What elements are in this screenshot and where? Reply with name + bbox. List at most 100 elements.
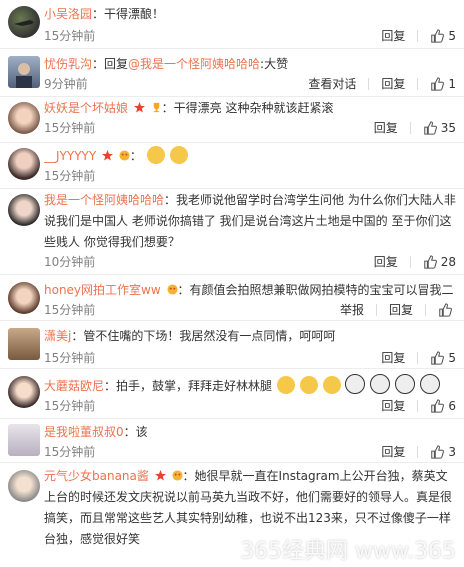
reply-button[interactable]: 回复 <box>381 28 405 44</box>
like-button[interactable]: 6 <box>430 398 456 414</box>
divider <box>417 446 419 458</box>
thumbs-up-icon <box>423 121 437 135</box>
hugging-face-emoji-icon <box>169 146 188 164</box>
comment-text-prefix: ：回复 <box>92 57 129 71</box>
commenter-name[interactable]: 大蘑菇欧尼 <box>44 379 104 393</box>
crying-laughing-emoji-icon <box>299 376 318 394</box>
like-count: 35 <box>440 121 456 135</box>
reply-button[interactable]: 回复 <box>381 444 405 460</box>
divider <box>417 400 419 412</box>
comment-time: 15分钟前 <box>44 29 96 43</box>
commenter-name[interactable]: 潇美j <box>44 329 71 343</box>
reply-button[interactable]: 回复 <box>389 302 413 318</box>
avatar[interactable] <box>8 424 40 456</box>
commenter-name[interactable]: 是我啦董叔叔0 <box>44 425 124 439</box>
vip-star-icon <box>102 150 114 161</box>
comment-item: 潇美j：管不住嘴的下场！我居然没有一点同情，呵呵呵 15分钟前 回复 5 <box>0 320 464 369</box>
face-badge-icon <box>172 470 183 481</box>
comment-text: :大赞 <box>260 57 289 71</box>
comment-time: 15分钟前 <box>44 121 96 135</box>
crying-laughing-emoji-icon <box>322 376 341 394</box>
commenter-name[interactable]: __JYYYYY <box>44 149 96 163</box>
comment-text: ：管不住嘴的下场！我居然没有一点同情，呵呵呵 <box>71 329 336 343</box>
comment-time: 15分钟前 <box>44 399 96 413</box>
avatar[interactable] <box>8 56 40 88</box>
thumbs-up-icon <box>431 351 445 365</box>
reply-button[interactable]: 回复 <box>381 350 405 366</box>
divider <box>417 78 419 90</box>
like-count: 1 <box>448 77 456 91</box>
divider <box>368 78 370 90</box>
like-count: 3 <box>448 445 456 459</box>
comment-time: 15分钟前 <box>44 445 96 459</box>
comment-text: ： <box>129 149 142 163</box>
like-button[interactable]: 3 <box>430 444 456 460</box>
comment-time: 15分钟前 <box>44 303 96 317</box>
like-button[interactable]: 28 <box>423 254 456 270</box>
reply-button[interactable]: 回复 <box>381 398 405 414</box>
divider <box>409 122 411 134</box>
panda-emoji-icon <box>345 374 366 394</box>
view-conversation-button[interactable]: 查看对话 <box>308 76 356 92</box>
divider <box>425 304 426 316</box>
avatar[interactable] <box>8 148 40 180</box>
comment-item: honey网拍工作室ww ：有颜值会拍照想兼职做网拍模特的宝宝可以冒我二 15分… <box>0 274 464 321</box>
thumbs-up-icon <box>439 303 452 317</box>
like-button[interactable]: 1 <box>430 76 456 92</box>
like-button[interactable]: 35 <box>423 120 456 136</box>
divider <box>375 304 377 316</box>
comment-item: 大蘑菇欧尼：拍手，鼓掌，拜拜走好林林腿 15分钟前 回复 6 <box>0 368 464 419</box>
comment-item: 忧伤乳沟：回复@我是一个怪阿姨哈哈哈:大赞 9分钟前 查看对话 回复 1 <box>0 48 464 97</box>
avatar[interactable] <box>8 376 40 408</box>
commenter-name[interactable]: 小吴洛园 <box>44 7 92 21</box>
reply-button[interactable]: 回复 <box>381 76 405 92</box>
like-count: 6 <box>448 399 456 413</box>
crying-laughing-emoji-icon <box>276 376 295 394</box>
commenter-name[interactable]: 我是一个怪阿姨哈哈哈 <box>44 193 164 207</box>
like-count: 5 <box>448 29 456 43</box>
comment-text: ：有颜值会拍照想兼职做网拍模特的宝宝可以冒我二 <box>177 283 454 297</box>
panda-emoji-icon <box>395 374 415 394</box>
comment-item: 我是一个怪阿姨哈哈哈：我老师说他留学时台湾学生问他 为什么你们大陆人非说我们是中… <box>0 188 464 275</box>
like-button[interactable]: 5 <box>430 28 456 44</box>
like-count: 28 <box>440 255 456 269</box>
comment-item: 小吴洛园：干得漂酿！ 15分钟前 回复 5 <box>0 0 464 49</box>
panda-emoji-icon <box>370 374 391 394</box>
commenter-name[interactable]: 忧伤乳沟 <box>44 57 92 71</box>
vip-star-icon <box>133 102 145 113</box>
comment-time: 9分钟前 <box>44 77 88 91</box>
divider <box>417 30 419 42</box>
comment-text: ：拍手，鼓掌，拜拜走好林林腿 <box>104 379 273 393</box>
divider <box>417 352 419 364</box>
vip-star-icon <box>154 470 166 481</box>
thumbs-up-icon <box>431 29 445 43</box>
comment-item: 元气少女banana酱 ：她很早就一直在Instagram上公开台独，蔡英文上台… <box>0 462 464 567</box>
thumbs-up-icon <box>431 399 445 413</box>
avatar[interactable] <box>8 102 40 134</box>
thumbs-up-icon <box>431 77 445 91</box>
comment-item: 妖妖是个坏姑娘 ：干得漂亮 这种杂种就该赶紧滚 15分钟前 回复 35 <box>0 96 464 143</box>
thumbs-up-icon <box>423 255 437 269</box>
comment-time: 10分钟前 <box>44 255 96 269</box>
like-count: 5 <box>448 351 456 365</box>
avatar[interactable] <box>8 328 40 360</box>
trophy-icon <box>153 102 159 113</box>
like-button[interactable] <box>438 303 456 317</box>
avatar[interactable] <box>8 194 40 226</box>
commenter-name[interactable]: honey网拍工作室ww <box>44 283 161 297</box>
reply-button[interactable]: 回复 <box>374 254 398 270</box>
mention-link[interactable]: @我是一个怪阿姨哈哈哈 <box>128 57 260 71</box>
comment-text: ：该 <box>123 425 148 439</box>
face-badge-icon <box>166 284 178 295</box>
comment-time: 15分钟前 <box>44 351 96 365</box>
comment-item: __JYYYYY ： 15分钟前 <box>0 142 464 189</box>
report-button[interactable]: 举报 <box>340 302 364 318</box>
comment-item: 是我啦董叔叔0：该 15分钟前 回复 3 <box>0 418 464 463</box>
avatar[interactable] <box>8 6 40 38</box>
avatar[interactable] <box>8 470 40 502</box>
reply-button[interactable]: 回复 <box>374 120 398 136</box>
commenter-name[interactable]: 元气少女banana酱 <box>44 469 149 483</box>
commenter-name[interactable]: 妖妖是个坏姑娘 <box>44 101 128 115</box>
avatar[interactable] <box>8 282 40 314</box>
like-button[interactable]: 5 <box>430 350 456 366</box>
